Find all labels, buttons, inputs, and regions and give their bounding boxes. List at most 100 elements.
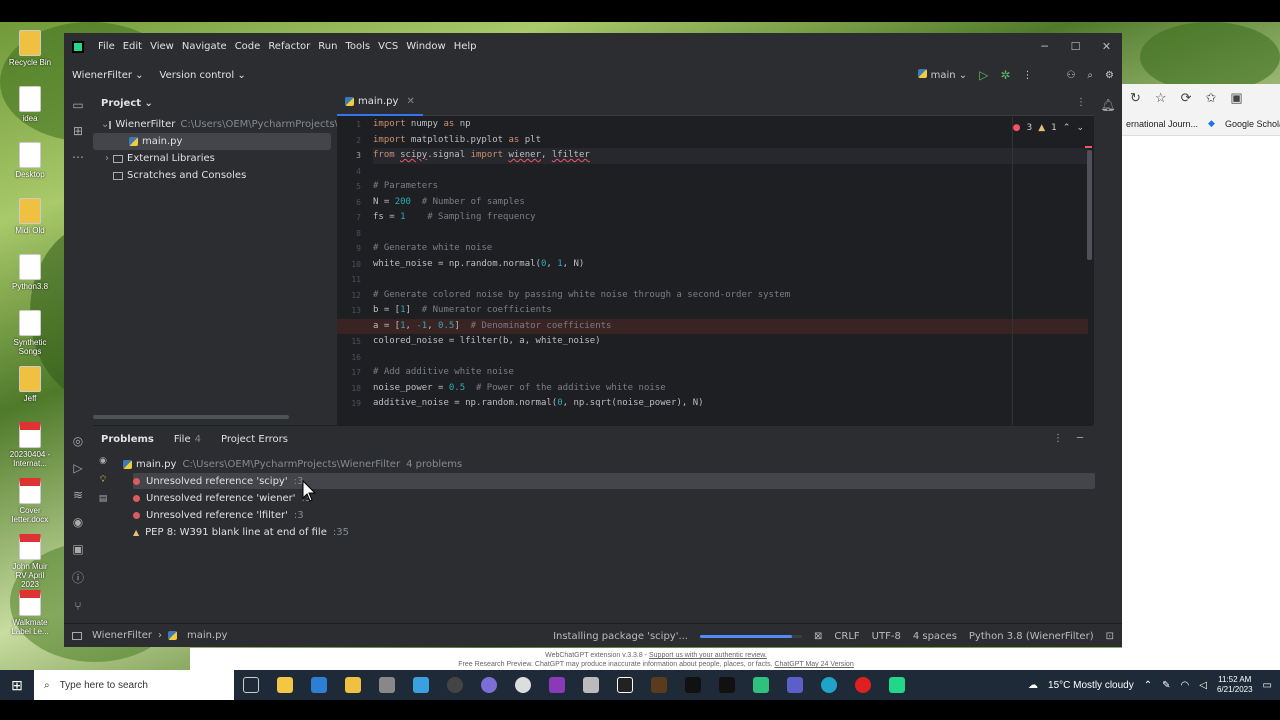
code-line[interactable]: import numpy as np [373,117,1088,133]
line-number[interactable]: 15 [337,334,367,350]
line-number[interactable]: 3 [337,148,367,164]
structure-icon[interactable]: ⊞ [73,124,83,138]
edge-icon[interactable] [812,670,846,700]
chatgpt-icon[interactable] [506,670,540,700]
play-icon[interactable] [744,670,778,700]
problem-item[interactable]: Unresolved reference 'scipy':3 [133,473,1095,489]
line-number[interactable]: 17 [337,365,367,381]
document-icon[interactable]: ▤ [99,494,108,504]
tree-scratches[interactable]: Scratches and Consoles [93,167,337,184]
code-line[interactable] [373,350,1088,366]
breadcrumb-file[interactable]: main.py [187,630,227,641]
search-icon[interactable]: ⌕ [1087,70,1093,81]
settings-gear-icon[interactable]: ⚙ [1105,70,1114,81]
file-explorer-icon[interactable] [336,670,370,700]
problems-file-row[interactable]: main.py C:\Users\OEM\PycharmProjects\Wie… [123,456,462,472]
line-number[interactable]: 9 [337,241,367,257]
project-selector[interactable]: WienerFilter ⌄ [72,70,144,81]
code-line[interactable] [373,226,1088,242]
lightbulb-icon[interactable]: 💡︎ [100,475,106,485]
code-line[interactable]: b = [1] # Numerator coefficients [373,303,1088,319]
collections-icon[interactable]: ▣ [1230,90,1242,106]
interpreter-selector[interactable]: Python 3.8 (WienerFilter) [969,631,1094,642]
speedometer-icon[interactable] [438,670,472,700]
menu-item-help[interactable]: Help [454,41,477,52]
terminal-icon[interactable]: ▣ [72,542,83,556]
hide-panel-icon[interactable]: ─ [1077,426,1083,452]
volume-icon[interactable]: ◁ [1199,680,1207,691]
code-line[interactable]: # Parameters [373,179,1088,195]
desktop-icon[interactable]: Walkmate Label Le... [6,590,54,636]
file-encoding[interactable]: UTF-8 [872,631,901,642]
app-icon[interactable] [472,670,506,700]
notification-center-icon[interactable]: ▭ [1263,680,1272,691]
debug-icon[interactable]: ✲ [1000,68,1010,82]
run-tool-icon[interactable]: ▷ [73,461,82,475]
notifications-icon[interactable]: 🔔︎ [1100,98,1115,112]
desktop-icon[interactable]: Python3.8 [6,254,54,291]
code-line[interactable]: colored_noise = lfilter(b, a, white_nois… [373,334,1088,350]
menu-item-tools[interactable]: Tools [345,41,370,52]
onenote-icon[interactable] [540,670,574,700]
bookmark-google-scholar[interactable]: Google Scholar [1225,119,1280,129]
desktop-icon[interactable]: 20230404 - Internat... [6,422,54,468]
tab-file[interactable]: File 4 [174,434,201,445]
refresh-icon[interactable]: ↻ [1130,90,1141,106]
code-line[interactable]: import matplotlib.pyplot as plt [373,133,1088,149]
wifi-icon[interactable]: ◠ [1181,680,1190,691]
tab-project-errors[interactable]: Project Errors [221,434,288,445]
store-icon[interactable] [268,670,302,700]
python-packages-icon[interactable]: ≋ [73,488,83,502]
line-number[interactable]: 5 [337,179,367,195]
pen-icon[interactable]: ✎ [1162,680,1170,691]
expand-down-icon[interactable]: ⌄ [101,119,109,130]
menu-item-refactor[interactable]: Refactor [268,41,310,52]
line-number[interactable]: 4 [337,164,367,180]
network-icon[interactable] [574,670,608,700]
project-panel-header[interactable]: Project ⌄ [93,90,337,116]
code-line[interactable]: # Generate white noise [373,241,1088,257]
photos-icon[interactable] [404,670,438,700]
task-view-icon[interactable] [234,670,268,700]
python-console-icon[interactable]: ◎ [73,434,83,448]
menu-item-code[interactable]: Code [235,41,261,52]
error-stripe-marker[interactable] [1085,146,1092,148]
line-number[interactable]: 13 [337,303,367,319]
line-number[interactable]: 11 [337,272,367,288]
weather-label[interactable]: 15°C Mostly cloudy [1048,680,1134,691]
prev-highlight-icon[interactable]: ⌃ [1063,123,1071,133]
background-task-label[interactable]: Installing package 'scipy'... [553,631,688,642]
menu-item-run[interactable]: Run [318,41,337,52]
line-number[interactable]: 7 [337,210,367,226]
run-icon[interactable]: ▷ [979,68,988,82]
bookmark-journal[interactable]: ernational Journ... [1126,119,1198,129]
line-number[interactable]: 2 [337,133,367,149]
eye-icon[interactable]: ◉ [99,456,107,466]
indent-setting[interactable]: 4 spaces [913,631,957,642]
problems-icon[interactable]: ⓘ [72,569,84,586]
code-line[interactable]: white_noise = np.random.normal(0, 1, N) [373,257,1088,273]
camera-icon[interactable] [370,670,404,700]
support-link[interactable]: Support us with your authentic review. [649,652,767,659]
minimize-icon[interactable]: ─ [1029,33,1060,60]
tab-problems[interactable]: Problems [101,434,154,445]
pycharm-active-icon[interactable] [880,670,914,700]
desktop-icon[interactable]: Cover letter.docx [6,478,54,524]
menu-item-view[interactable]: View [150,41,174,52]
project-folder-icon[interactable]: ▭ [72,98,83,112]
menu-item-navigate[interactable]: Navigate [182,41,227,52]
code-line[interactable] [373,164,1088,180]
problem-item[interactable]: ▲ PEP 8: W391 blank line at end of file:3… [133,524,349,540]
menu-item-file[interactable]: File [98,41,115,52]
line-number[interactable]: 16 [337,350,367,366]
desktop-icon[interactable]: Desktop [6,142,54,179]
desktop-icon[interactable]: idea [6,86,54,123]
more-icon[interactable]: ⋮ [1022,70,1032,81]
extensions-icon[interactable]: ⟳ [1181,90,1192,106]
line-number[interactable]: 18 [337,381,367,397]
tree-root[interactable]: ⌄ WienerFilter C:\Users\OEM\PycharmProje… [93,116,337,133]
options-icon[interactable]: ⋮ [1053,426,1063,452]
add-user-icon[interactable]: ⚇ [1066,70,1075,81]
line-separator[interactable]: CRLF [834,631,859,642]
menu-item-vcs[interactable]: VCS [378,41,398,52]
